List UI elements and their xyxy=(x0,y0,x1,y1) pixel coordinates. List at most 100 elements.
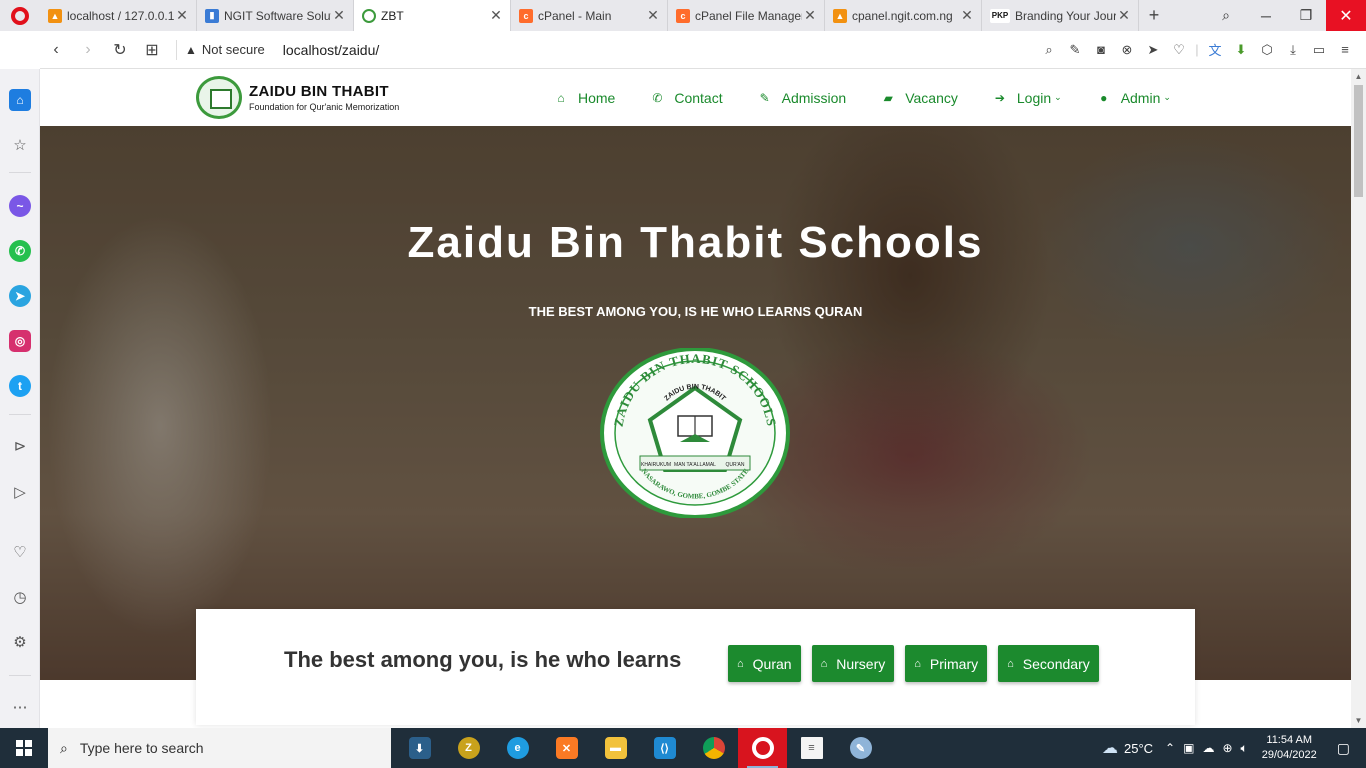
minimize-button[interactable]: ─ xyxy=(1246,0,1286,31)
weather-widget[interactable]: ☁ 25°C xyxy=(1102,738,1153,758)
brand-title: ZAIDU BIN THABIT xyxy=(249,83,389,100)
history-icon[interactable]: ◷ xyxy=(9,586,31,608)
start-button[interactable] xyxy=(0,728,48,768)
taskbar-app-paint[interactable]: ✎ xyxy=(836,728,885,768)
tab-grid-button[interactable]: ⊞ xyxy=(136,40,168,60)
opera-menu-button[interactable] xyxy=(0,0,40,31)
taskbar-app-edge[interactable]: e xyxy=(493,728,542,768)
secondary-button[interactable]: ⌂ Secondary xyxy=(998,645,1099,682)
forward-button[interactable]: › xyxy=(72,41,104,59)
quran-button[interactable]: ⌂ Quran xyxy=(728,645,801,682)
taskbar-app-file-explorer[interactable]: ▬ xyxy=(591,728,640,768)
bookmarks-icon[interactable]: ☆ xyxy=(9,134,31,156)
graduation-cap-icon: ▰ xyxy=(883,90,893,105)
tab-zbt[interactable]: ZBT ✕ xyxy=(354,0,511,31)
taskbar-search[interactable]: ⌕ Type here to search xyxy=(48,728,391,768)
site-brand[interactable]: ZAIDU BIN THABIT Foundation for Qur'anic… xyxy=(196,76,399,119)
messenger-icon[interactable]: ~ xyxy=(9,195,31,217)
notification-icon[interactable]: ▢ xyxy=(1337,740,1350,757)
onedrive-icon[interactable]: ☁ xyxy=(1202,741,1214,756)
chevron-up-icon[interactable]: ⌃ xyxy=(1165,741,1175,756)
window-close-button[interactable]: ✕ xyxy=(1326,0,1366,31)
downloads-icon[interactable]: ⤓ xyxy=(1280,42,1306,58)
instagram-icon[interactable]: ◎ xyxy=(9,330,31,352)
clock-time: 11:54 AM xyxy=(1266,734,1313,746)
heart-icon[interactable]: ♡ xyxy=(1166,42,1192,58)
menu-item-home[interactable]: ⌂ Home xyxy=(554,90,615,106)
close-icon[interactable]: ✕ xyxy=(645,7,661,24)
tab-cpanel-main[interactable]: c cPanel - Main ✕ xyxy=(511,0,668,31)
battery-icon[interactable]: ▭ xyxy=(1306,42,1332,58)
primary-button[interactable]: ⌂ Primary xyxy=(905,645,988,682)
translate-icon[interactable]: 文 xyxy=(1202,40,1228,59)
adblock-icon[interactable]: ⊗ xyxy=(1114,42,1140,58)
download-extension-icon[interactable]: ⬇ xyxy=(1228,42,1254,58)
close-icon[interactable]: ✕ xyxy=(802,7,818,24)
favorites-icon[interactable]: ♡ xyxy=(9,541,31,563)
menu-item-admission[interactable]: ✎ Admission xyxy=(758,90,847,106)
tab-search-icon[interactable]: ⌕ xyxy=(1206,0,1246,31)
taskbar-app-installer[interactable]: ⬇ xyxy=(395,728,444,768)
edit-icon[interactable]: ✎ xyxy=(1062,42,1088,58)
taskbar-app-opera[interactable] xyxy=(738,728,787,768)
whatsapp-icon[interactable]: ✆ xyxy=(9,240,31,262)
back-button[interactable]: ‹ xyxy=(40,41,72,59)
settings-icon[interactable]: ⚙ xyxy=(9,631,31,653)
volume-icon[interactable]: 🔈︎ xyxy=(1241,741,1248,756)
vscode-icon: ⟨⟩ xyxy=(653,737,676,759)
tab-label: ZBT xyxy=(381,8,404,23)
scroll-down-icon[interactable]: ▼ xyxy=(1351,716,1366,725)
menu-item-vacancy[interactable]: ▰ Vacancy xyxy=(881,90,958,106)
telegram-icon[interactable]: ➤ xyxy=(9,285,31,307)
chevron-down-icon: ⌄ xyxy=(1163,92,1171,102)
close-icon[interactable]: ✕ xyxy=(331,7,347,24)
scrollbar-thumb[interactable] xyxy=(1354,85,1363,197)
network-icon[interactable]: ⊕ xyxy=(1222,741,1232,756)
device-icon[interactable]: ▣ xyxy=(1183,741,1194,756)
search-page-icon[interactable]: ⌕ xyxy=(1036,42,1062,58)
easy-setup-icon[interactable]: ≡ xyxy=(1332,42,1358,57)
player-icon[interactable]: ⊳ xyxy=(9,435,31,457)
close-icon[interactable]: ✕ xyxy=(174,7,190,24)
new-tab-button[interactable]: + xyxy=(1139,5,1169,26)
url-field[interactable]: localhost/zaidu/ xyxy=(283,42,1036,58)
menu-item-contact[interactable]: ✆ Contact xyxy=(650,90,722,106)
menu-label: Vacancy xyxy=(905,89,958,106)
maximize-button[interactable]: ❐ xyxy=(1286,0,1326,31)
flow-icon[interactable]: ▷ xyxy=(9,481,31,503)
menu-item-login[interactable]: ➔ Login ⌄ xyxy=(993,90,1062,106)
speed-dial-icon[interactable]: ⌂ xyxy=(9,89,31,111)
tab-label: NGIT Software Solutions xyxy=(224,8,331,23)
twitter-icon[interactable]: t xyxy=(9,375,31,397)
button-label: Quran xyxy=(752,655,792,672)
taskbar-app-notepad[interactable]: ≡ xyxy=(787,728,836,768)
tab-localhost[interactable]: ▲ localhost / 127.0.0.1 ✕ xyxy=(40,0,197,31)
school-logo-icon xyxy=(196,76,242,119)
close-icon[interactable]: ✕ xyxy=(1116,7,1132,24)
tab-label: localhost / 127.0.0.1 xyxy=(67,8,174,23)
tab-ngit[interactable]: ▮ NGIT Software Solutions ✕ xyxy=(197,0,354,31)
pkp-icon: PKP xyxy=(990,8,1010,23)
reload-button[interactable]: ↻ xyxy=(104,40,136,60)
menu-item-admin[interactable]: ● Admin ⌄ xyxy=(1097,90,1171,106)
taskbar-app-xampp[interactable]: ✕ xyxy=(542,728,591,768)
taskbar-app-chrome[interactable] xyxy=(689,728,738,768)
chevron-down-icon: ⌄ xyxy=(1054,92,1062,102)
security-indicator[interactable]: ▲ Not secure xyxy=(185,42,265,57)
page-scrollbar[interactable]: ▲ ▼ xyxy=(1351,69,1366,728)
close-icon[interactable]: ✕ xyxy=(959,7,975,24)
tab-cpanel-ngit[interactable]: ▲ cpanel.ngit.com.ng ✕ xyxy=(825,0,982,31)
camera-icon[interactable]: ◙ xyxy=(1088,42,1114,57)
more-icon[interactable]: ⋯ xyxy=(9,696,31,718)
close-icon[interactable]: ✕ xyxy=(488,7,504,24)
nursery-button[interactable]: ⌂ Nursery xyxy=(811,645,895,682)
taskbar-app-vscode[interactable]: ⟨⟩ xyxy=(640,728,689,768)
windows-taskbar: ⌕ Type here to search ⬇ Z e ✕ ▬ ⟨⟩ ≡ ✎ ☁… xyxy=(0,728,1366,768)
scroll-up-icon[interactable]: ▲ xyxy=(1351,72,1366,81)
tab-cpanel-file-manager[interactable]: c cPanel File Manager ✕ xyxy=(668,0,825,31)
cube-icon[interactable]: ⬡ xyxy=(1254,42,1280,58)
send-icon[interactable]: ➤ xyxy=(1140,42,1166,58)
system-clock[interactable]: 11:54 AM 29/04/2022 xyxy=(1262,733,1317,763)
taskbar-app-filezilla[interactable]: Z xyxy=(444,728,493,768)
tab-branding-journal[interactable]: PKP Branding Your Journal ✕ xyxy=(982,0,1139,31)
